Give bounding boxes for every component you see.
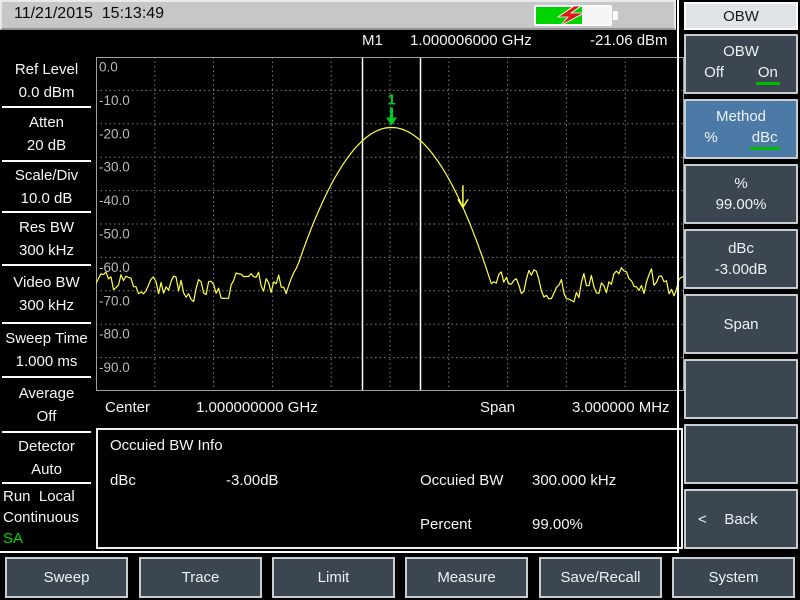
slope-arrow-icon <box>458 185 468 207</box>
span-label: Span <box>480 399 515 416</box>
menu-button-method[interactable]: Method% dBc <box>684 99 798 159</box>
bottom-button-measure[interactable]: Measure <box>405 557 528 598</box>
obw-bw-label: Occuied BW <box>420 472 503 489</box>
setting-value: 20 dB <box>27 134 66 157</box>
option-row: % dBc <box>686 129 796 150</box>
menu-button-obw-toggle[interactable]: OBW Off On <box>684 34 798 94</box>
setting-label: Video BW <box>13 271 79 294</box>
menu-button-span[interactable]: Span <box>684 294 798 354</box>
setting-scale-div: Scale/Div10.0 dB <box>0 162 93 211</box>
y-tick-label: -70.0 <box>99 293 130 308</box>
sidebar-divider <box>677 0 679 553</box>
menu-button-back[interactable]: < Back <box>684 489 798 549</box>
menu-button-label: dBc <box>728 240 754 257</box>
y-tick-label: -50.0 <box>99 227 130 242</box>
obw-info-title: Occuied BW Info <box>110 437 223 454</box>
setting-label: Res BW <box>19 216 74 239</box>
marker-frequency: 1.000006000 GHz <box>410 32 532 49</box>
y-tick-label: -60.0 <box>99 260 130 275</box>
obw-dbc-label: dBc <box>110 472 136 489</box>
y-tick-label: -20.0 <box>99 126 130 141</box>
setting-value: 0.0 dBm <box>19 81 75 104</box>
y-tick-label: -10.0 <box>99 93 130 108</box>
battery-charging-icon <box>534 5 620 26</box>
menu-button-label: % <box>734 175 747 192</box>
bottom-button-system[interactable]: System <box>672 557 795 598</box>
battery-nub <box>613 11 618 20</box>
option-dbc: dBc <box>750 129 780 150</box>
obw-percent-value: 99.00% <box>532 516 583 533</box>
menu-button-dbc[interactable]: dBc -3.00dB <box>684 229 798 289</box>
menu-button-label: Method <box>716 108 766 125</box>
center-value: 1.000000000 GHz <box>196 399 318 416</box>
y-tick-label: -80.0 <box>99 327 130 342</box>
setting-ref-level: Ref Level0.0 dBm <box>0 56 93 106</box>
obw-info-panel: Occuied BW Info dBc -3.00dB Occuied BW 3… <box>96 428 683 549</box>
menu-title: OBW <box>684 2 798 30</box>
setting-res-bw: Res BW300 kHz <box>0 213 93 264</box>
setting-label: Ref Level <box>15 58 78 81</box>
center-label: Center <box>105 399 150 416</box>
option-row: Off On <box>686 64 796 85</box>
setting-atten: Atten20 dB <box>0 108 93 160</box>
softkey-menu: OBW OBW Off On Method% dBc% 99.00% dBc -3.00dB S… <box>680 0 800 553</box>
setting-value: 300 kHz <box>19 294 74 317</box>
back-label: Back <box>724 511 757 528</box>
setting-label: Sweep Time <box>5 327 88 350</box>
obw-dbc-value: -3.00dB <box>226 472 279 489</box>
marker-amplitude: -21.06 dBm <box>590 32 668 49</box>
y-tick-label: -90.0 <box>99 360 130 375</box>
y-tick-label: -30.0 <box>99 160 130 175</box>
run-status-block: Run Local Continuous SA <box>3 486 95 549</box>
y-tick-label: 0.0 <box>99 60 118 75</box>
settings-panel: Ref Level0.0 dBmAtten20 dBScale/Div10.0 … <box>0 0 95 552</box>
spectrum-analyzer-screen: 11/21/2015 15:13:49 M1 1.000006000 GHz -… <box>0 0 800 600</box>
mode-sa-badge: SA <box>3 528 95 549</box>
sweep-mode-label: Continuous <box>3 507 95 528</box>
menu-button-blank-2 <box>684 424 798 484</box>
span-value: 3.000000 MHz <box>572 399 670 416</box>
run-state-label: Run Local <box>3 486 95 507</box>
marker-1-icon: 1 <box>386 91 397 125</box>
setting-sweep-time: Sweep Time1.000 ms <box>0 324 93 376</box>
bottom-button-limit[interactable]: Limit <box>272 557 395 598</box>
divider <box>2 482 91 484</box>
setting-label: Atten <box>29 111 64 134</box>
y-tick-label: -40.0 <box>99 193 130 208</box>
frequency-footer: Center 1.000000000 GHz Span 3.000000 MHz <box>0 399 690 421</box>
status-bar: 11/21/2015 15:13:49 <box>0 0 676 30</box>
svg-text:1: 1 <box>387 91 395 108</box>
obw-percent-label: Percent <box>420 516 472 533</box>
menu-button-value: 99.00% <box>716 196 767 213</box>
marker-readout-row: M1 1.000006000 GHz -21.06 dBm <box>0 32 676 54</box>
setting-value: 1.000 ms <box>16 350 78 373</box>
bottom-button-save-recall[interactable]: Save/Recall <box>539 557 662 598</box>
lightning-bolt-icon <box>548 4 598 28</box>
bottom-button-trace[interactable]: Trace <box>139 557 262 598</box>
menu-button-blank-1 <box>684 359 798 419</box>
setting-label: Detector <box>18 435 75 458</box>
setting-value: 300 kHz <box>19 239 74 262</box>
setting-detector: DetectorAuto <box>0 433 93 482</box>
toolbar-divider <box>0 551 678 553</box>
option-off: Off <box>702 64 726 85</box>
menu-button-label: Span <box>723 316 758 333</box>
menu-button-percent[interactable]: % 99.00% <box>684 164 798 224</box>
menu-button-value: -3.00dB <box>715 261 768 278</box>
option-: % <box>702 129 719 150</box>
marker-label: M1 <box>362 32 383 49</box>
spectrum-plot: 1 0.0 -10.0 -20.0 -30.0 -40.0 -50.0 -60.0 -70.0 -… <box>96 57 684 391</box>
obw-bw-value: 300.000 kHz <box>532 472 616 489</box>
setting-video-bw: Video BW300 kHz <box>0 266 93 322</box>
back-chevron-icon: < <box>698 511 707 528</box>
setting-value: Auto <box>31 458 62 481</box>
bottom-button-sweep[interactable]: Sweep <box>5 557 128 598</box>
menu-button-label: OBW <box>723 43 759 60</box>
option-on: On <box>756 64 780 85</box>
setting-label: Scale/Div <box>15 164 78 187</box>
setting-value: 10.0 dB <box>21 187 73 210</box>
